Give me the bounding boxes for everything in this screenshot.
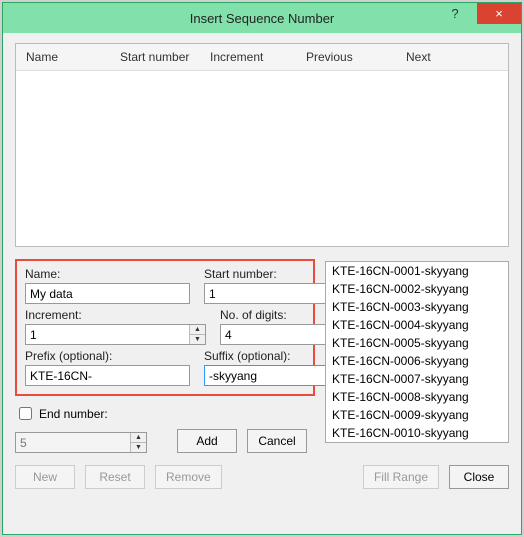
- spin-down-icon[interactable]: ▼: [190, 335, 205, 344]
- prefix-label: Prefix (optional):: [25, 349, 190, 363]
- list-item[interactable]: KTE-16CN-0001-skyyang: [326, 262, 508, 280]
- titlebar[interactable]: Insert Sequence Number ? ×: [3, 3, 521, 33]
- spin-down-icon: ▼: [131, 443, 146, 452]
- prefix-input[interactable]: [25, 365, 190, 386]
- end-number-checkbox-wrap[interactable]: End number:: [15, 404, 147, 423]
- end-number-input: [16, 433, 130, 452]
- name-label: Name:: [25, 267, 190, 281]
- col-next[interactable]: Next: [396, 50, 508, 64]
- spin-up-icon: ▲: [131, 433, 146, 443]
- fill-range-button: Fill Range: [363, 465, 439, 489]
- close-button[interactable]: Close: [449, 465, 509, 489]
- list-item[interactable]: KTE-16CN-0007-skyyang: [326, 370, 508, 388]
- list-item[interactable]: KTE-16CN-0009-skyyang: [326, 406, 508, 424]
- list-item[interactable]: KTE-16CN-0004-skyyang: [326, 316, 508, 334]
- cancel-button[interactable]: Cancel: [247, 429, 307, 453]
- reset-button: Reset: [85, 465, 145, 489]
- increment-input[interactable]: [26, 325, 189, 344]
- list-item[interactable]: KTE-16CN-0003-skyyang: [326, 298, 508, 316]
- preview-list[interactable]: KTE-16CN-0001-skyyangKTE-16CN-0002-skyya…: [325, 261, 509, 443]
- col-start[interactable]: Start number: [110, 50, 200, 64]
- list-item[interactable]: KTE-16CN-0002-skyyang: [326, 280, 508, 298]
- col-previous[interactable]: Previous: [296, 50, 396, 64]
- list-item[interactable]: KTE-16CN-0005-skyyang: [326, 334, 508, 352]
- col-name[interactable]: Name: [16, 50, 110, 64]
- increment-spinner[interactable]: ▲▼: [25, 324, 206, 345]
- list-item[interactable]: KTE-16CN-0010-skyyang: [326, 424, 508, 442]
- highlight-box: Name: Start number: ▲▼: [15, 259, 315, 396]
- dialog-window: Insert Sequence Number ? × Name Start nu…: [2, 2, 522, 535]
- remove-button: Remove: [155, 465, 222, 489]
- sequence-table[interactable]: Name Start number Increment Previous Nex…: [15, 43, 509, 247]
- end-number-label: End number:: [39, 407, 108, 421]
- new-button: New: [15, 465, 75, 489]
- end-number-checkbox[interactable]: [19, 407, 32, 420]
- increment-label: Increment:: [25, 308, 206, 322]
- close-icon[interactable]: ×: [477, 3, 521, 24]
- col-increment[interactable]: Increment: [200, 50, 296, 64]
- end-number-spinner: ▲▼: [15, 432, 147, 453]
- list-item[interactable]: KTE-16CN-0006-skyyang: [326, 352, 508, 370]
- help-button[interactable]: ?: [433, 3, 477, 24]
- list-item[interactable]: KTE-16CN-0008-skyyang: [326, 388, 508, 406]
- name-input[interactable]: [25, 283, 190, 304]
- spin-up-icon[interactable]: ▲: [190, 325, 205, 335]
- add-button[interactable]: Add: [177, 429, 237, 453]
